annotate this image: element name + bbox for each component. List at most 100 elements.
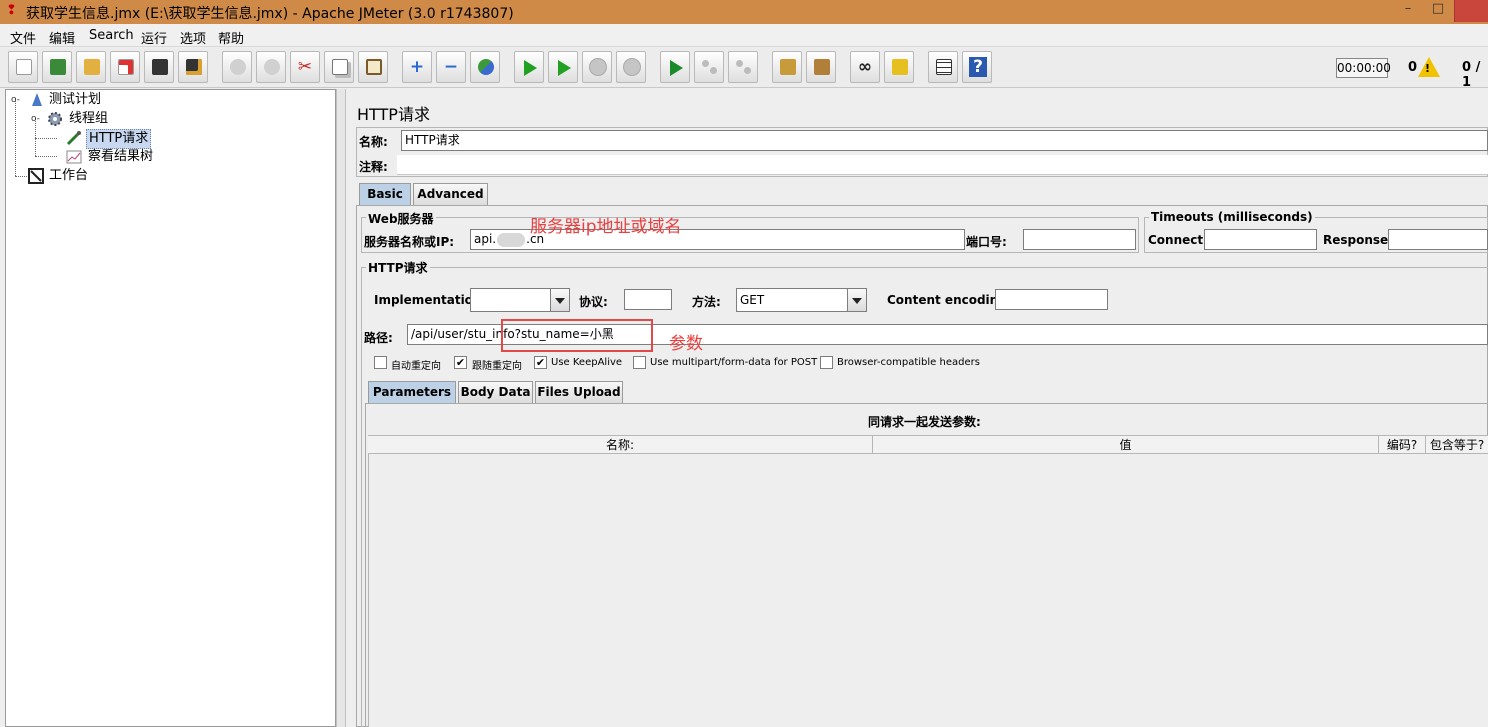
open-button[interactable]: [76, 51, 106, 83]
http-request-group-title: HTTP请求: [366, 259, 430, 276]
clear-button[interactable]: [772, 51, 802, 83]
copy-button[interactable]: [324, 51, 354, 83]
maximize-button[interactable]: □: [1426, 1, 1450, 21]
save-button[interactable]: [144, 51, 174, 83]
remote-stop-button[interactable]: [694, 51, 724, 83]
follow-redirects-label: 跟随重定向: [472, 361, 522, 372]
expand-button[interactable]: +: [402, 51, 432, 83]
workbench-icon: [28, 168, 44, 184]
warning-count: 0: [1408, 60, 1418, 75]
menu-file[interactable]: 文件: [10, 28, 36, 47]
menu-search[interactable]: Search: [89, 28, 134, 43]
content-encoding-field[interactable]: [995, 289, 1108, 310]
chevron-down-icon: [847, 289, 866, 311]
templates-icon: [50, 59, 66, 75]
search-button[interactable]: ∞: [850, 51, 880, 83]
response-label: Response:: [1323, 233, 1393, 247]
timeouts-group-title: Timeouts (milliseconds): [1149, 210, 1315, 224]
split-pane-divider[interactable]: [336, 89, 346, 727]
test-plan-tree: o- 测试计划 o- 线程组 HTTP请求 察看结果树 工作台: [5, 89, 336, 727]
column-header-value[interactable]: 值: [873, 436, 1379, 454]
browser-compatible-label: Browser-compatible headers: [837, 357, 980, 368]
remote-start-button[interactable]: [660, 51, 690, 83]
warning-mark: !: [1425, 62, 1431, 75]
tab-body-data[interactable]: Body Data: [458, 381, 533, 403]
parameters-table[interactable]: [368, 435, 1488, 727]
tab-parameters[interactable]: Parameters: [368, 381, 456, 403]
results-graph-icon: [66, 149, 82, 165]
tree-toggle-icon[interactable]: o-: [11, 91, 20, 109]
minimize-button[interactable]: –: [1396, 1, 1420, 21]
shutdown-icon: [623, 58, 641, 76]
tree-item-workbench[interactable]: 工作台: [26, 167, 176, 185]
remote-shutdown-icon: [736, 60, 752, 74]
collapse-button[interactable]: −: [436, 51, 466, 83]
path-label: 路径:: [364, 331, 393, 345]
toolbar: ✂ + − ∞ ?: [0, 48, 1488, 88]
copy-icon: [332, 59, 348, 75]
browser-compatible-checkbox[interactable]: [820, 356, 833, 369]
response-timeout-field[interactable]: [1388, 229, 1488, 250]
keepalive-checkbox[interactable]: ✔: [534, 356, 547, 369]
tree-item-results-tree[interactable]: 察看结果树: [64, 148, 214, 166]
multipart-checkbox[interactable]: [633, 356, 646, 369]
help-icon: ?: [969, 57, 987, 77]
follow-redirects-checkbox[interactable]: ✔: [454, 356, 467, 369]
templates-button[interactable]: [42, 51, 72, 83]
tree-item-thread-group[interactable]: o- 线程组: [29, 110, 179, 128]
port-field[interactable]: [1023, 229, 1136, 250]
paste-button[interactable]: [358, 51, 388, 83]
cut-button[interactable]: ✂: [290, 51, 320, 83]
function-helper-button[interactable]: [928, 51, 958, 83]
menu-help[interactable]: 帮助: [218, 28, 244, 47]
start-button[interactable]: [514, 51, 544, 83]
close-file-button[interactable]: [110, 51, 140, 83]
jmeter-feather-icon: ❢: [6, 3, 17, 18]
method-select[interactable]: GET: [736, 288, 867, 312]
expand-icon: +: [409, 57, 425, 77]
redo-button[interactable]: [256, 51, 286, 83]
clear-all-button[interactable]: [806, 51, 836, 83]
reset-search-button[interactable]: [884, 51, 914, 83]
remote-shutdown-button[interactable]: [728, 51, 758, 83]
window-close-button[interactable]: [1454, 0, 1488, 22]
stop-button[interactable]: [582, 51, 612, 83]
undo-button[interactable]: [222, 51, 252, 83]
comment-field[interactable]: [397, 155, 1488, 175]
implementation-select[interactable]: [470, 288, 570, 312]
new-icon: [16, 59, 32, 75]
tab-files-upload[interactable]: Files Upload: [535, 381, 623, 403]
open-icon: [84, 59, 100, 75]
toggle-button[interactable]: [470, 51, 500, 83]
cut-icon: ✂: [297, 57, 313, 77]
tree-toggle-icon[interactable]: o-: [31, 110, 40, 128]
shutdown-button[interactable]: [616, 51, 646, 83]
column-header-encode[interactable]: 编码?: [1379, 436, 1426, 454]
start-no-pauses-icon: [558, 60, 571, 76]
auto-redirect-checkbox[interactable]: [374, 356, 387, 369]
tree-item-http-request[interactable]: HTTP请求: [64, 129, 214, 149]
name-label: 名称:: [359, 135, 388, 149]
protocol-field[interactable]: [624, 289, 672, 310]
save-as-button[interactable]: [178, 51, 208, 83]
save-icon: [152, 59, 168, 75]
tree-item-test-plan[interactable]: o- 测试计划: [9, 91, 159, 109]
tree-item-label: HTTP请求: [86, 129, 152, 149]
column-header-name[interactable]: 名称:: [368, 436, 873, 454]
parameter-highlight-box: [501, 319, 653, 352]
menu-options[interactable]: 选项: [180, 28, 206, 47]
connect-timeout-field[interactable]: [1204, 229, 1317, 250]
start-no-pauses-button[interactable]: [548, 51, 578, 83]
tab-advanced[interactable]: Advanced: [413, 183, 488, 205]
tree-item-label: 线程组: [69, 111, 109, 126]
parameter-annotation: 参数: [669, 334, 703, 354]
name-field[interactable]: HTTP请求: [401, 130, 1488, 151]
new-button[interactable]: [8, 51, 38, 83]
column-header-include-equals[interactable]: 包含等于?: [1426, 436, 1488, 454]
help-button[interactable]: ?: [962, 51, 992, 83]
toggle-icon: [478, 59, 494, 75]
clear-icon: [780, 59, 796, 75]
menu-edit[interactable]: 编辑: [49, 28, 75, 47]
menu-run[interactable]: 运行: [141, 28, 167, 47]
tab-basic[interactable]: Basic: [359, 183, 411, 205]
